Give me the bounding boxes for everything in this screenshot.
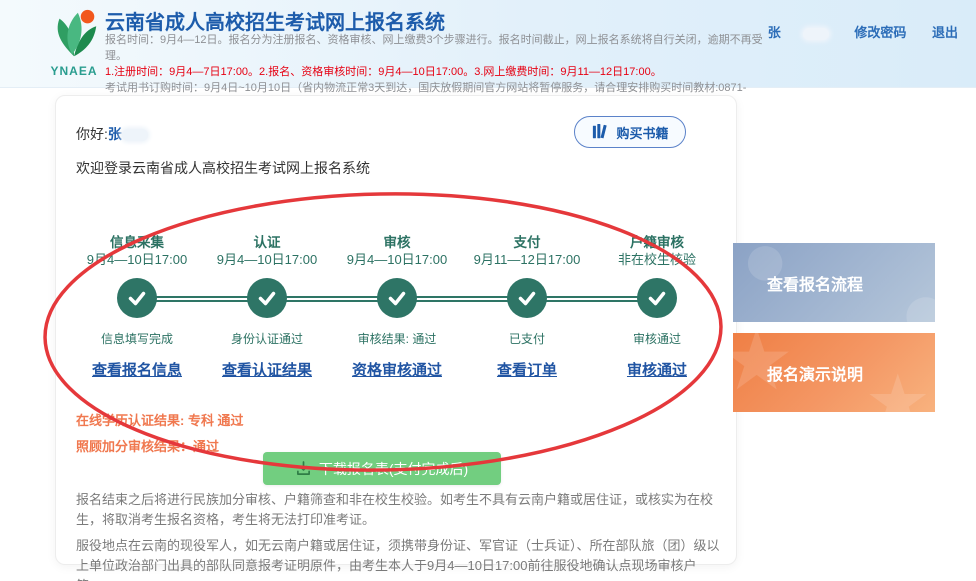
registration-demo-card[interactable]: ★ ★ 报名演示说明 xyxy=(733,333,935,412)
step-status: 审核通过 xyxy=(592,330,722,347)
registration-demo-label: 报名演示说明 xyxy=(767,361,863,385)
download-form-button[interactable]: 下载报名表(支付完成后) xyxy=(263,452,501,485)
bird-logo-icon xyxy=(45,6,103,64)
ynaea-logo: YNAEA xyxy=(34,6,114,82)
step-status: 已支付 xyxy=(462,330,592,347)
notice-paragraph-2: 服役地点在云南的现役军人，如无云南户籍或居住证，须携带身份证、军官证（士兵证）、… xyxy=(76,536,720,581)
step-status: 信息填写完成 xyxy=(72,330,202,347)
header: YNAEA 云南省成人高校招生考试网上报名系统 报名时间：9月4—12日。报名分… xyxy=(0,0,976,88)
page: YNAEA 云南省成人高校招生考试网上报名系统 报名时间：9月4—12日。报名分… xyxy=(0,0,976,581)
view-registration-process-card[interactable]: ● ● 查看报名流程 xyxy=(733,243,935,322)
step-payment: 支付 9月11—12日17:00 已支付 查看订单 xyxy=(462,231,592,391)
view-registration-process-label: 查看报名流程 xyxy=(767,271,863,295)
check-icon xyxy=(377,278,417,318)
step-title: 信息采集 xyxy=(72,231,202,249)
logout-link[interactable]: 退出 xyxy=(932,25,958,40)
redacted-greeting-name xyxy=(122,129,148,141)
step-date: 9月4—10日17:00 xyxy=(72,249,202,267)
step-status: 审核结果: 通过 xyxy=(332,330,462,347)
view-registration-info-link[interactable]: 查看报名信息 xyxy=(92,359,182,380)
notice-paragraph-1: 报名结束之后将进行民族加分审核、户籍筛查和非在校生校验。如考生不具有云南户籍或居… xyxy=(76,490,720,530)
user-links: 张 修改密码 退出 xyxy=(746,22,958,41)
qualification-passed-link[interactable]: 资格审核通过 xyxy=(352,359,442,380)
bonus-points-result: 照顾加分审核结果：通过 xyxy=(76,436,219,455)
redacted-name xyxy=(803,28,829,40)
step-title: 户籍审核 xyxy=(592,231,722,249)
check-icon xyxy=(247,278,287,318)
step-review: 审核 9月4—10日17:00 审核结果: 通过 资格审核通过 xyxy=(332,231,462,391)
step-title: 审核 xyxy=(332,231,462,249)
decorative-blob: ● xyxy=(899,261,935,322)
logo-text: YNAEA xyxy=(34,64,114,78)
step-date: 9月4—10日17:00 xyxy=(332,249,462,267)
main-card: 你好:张 购买书籍 欢迎登录云南省成人高校招生考试网上报名系统 信息采集 9月4… xyxy=(55,95,737,565)
change-password-link[interactable]: 修改密码 xyxy=(854,25,906,40)
download-form-label: 下载报名表(支付完成后) xyxy=(319,459,468,479)
site-title: 云南省成人高校招生考试网上报名系统 xyxy=(105,6,445,35)
step-date: 非在校生核验 xyxy=(592,249,722,267)
user-name: 张 xyxy=(768,25,829,40)
step-title: 支付 xyxy=(462,231,592,249)
greeting: 你好:张 xyxy=(76,124,148,144)
welcome-text: 欢迎登录云南省成人高校招生考试网上报名系统 xyxy=(76,158,370,178)
check-icon xyxy=(117,278,157,318)
greeting-prefix: 你好: xyxy=(76,126,108,142)
education-verification-result: 在线学历认证结果: 专科 通过 xyxy=(76,410,244,429)
decorative-star: ★ xyxy=(865,359,931,412)
download-icon xyxy=(296,461,311,476)
notice-line-2: 1.注册时间：9月4—7日17:00。2.报名、资格审核时间：9月4—10日17… xyxy=(105,64,765,80)
step-authentication: 认证 9月4—10日17:00 身份认证通过 查看认证结果 xyxy=(202,231,332,391)
step-info-collection: 信息采集 9月4—10日17:00 信息填写完成 查看报名信息 xyxy=(72,231,202,391)
view-order-link[interactable]: 查看订单 xyxy=(497,359,557,380)
review-passed-link[interactable]: 审核通过 xyxy=(627,359,687,380)
registration-stepper: 信息采集 9月4—10日17:00 信息填写完成 查看报名信息 认证 9月4—1… xyxy=(72,231,722,391)
notice-line-1: 报名时间：9月4—12日。报名分为注册报名、资格审核、网上缴费3个步骤进行。报名… xyxy=(105,32,765,64)
check-icon xyxy=(507,278,547,318)
buy-books-label: 购买书籍 xyxy=(616,123,668,142)
view-auth-result-link[interactable]: 查看认证结果 xyxy=(222,359,312,380)
greeting-name: 张 xyxy=(108,126,122,142)
step-date: 9月11—12日17:00 xyxy=(462,249,592,267)
step-date: 9月4—10日17:00 xyxy=(202,249,332,267)
check-icon xyxy=(637,278,677,318)
books-icon xyxy=(591,124,609,140)
step-household-review: 户籍审核 非在校生核验 审核通过 审核通过 xyxy=(592,231,722,391)
step-status: 身份认证通过 xyxy=(202,330,332,347)
step-title: 认证 xyxy=(202,231,332,249)
buy-books-button[interactable]: 购买书籍 xyxy=(574,116,686,148)
